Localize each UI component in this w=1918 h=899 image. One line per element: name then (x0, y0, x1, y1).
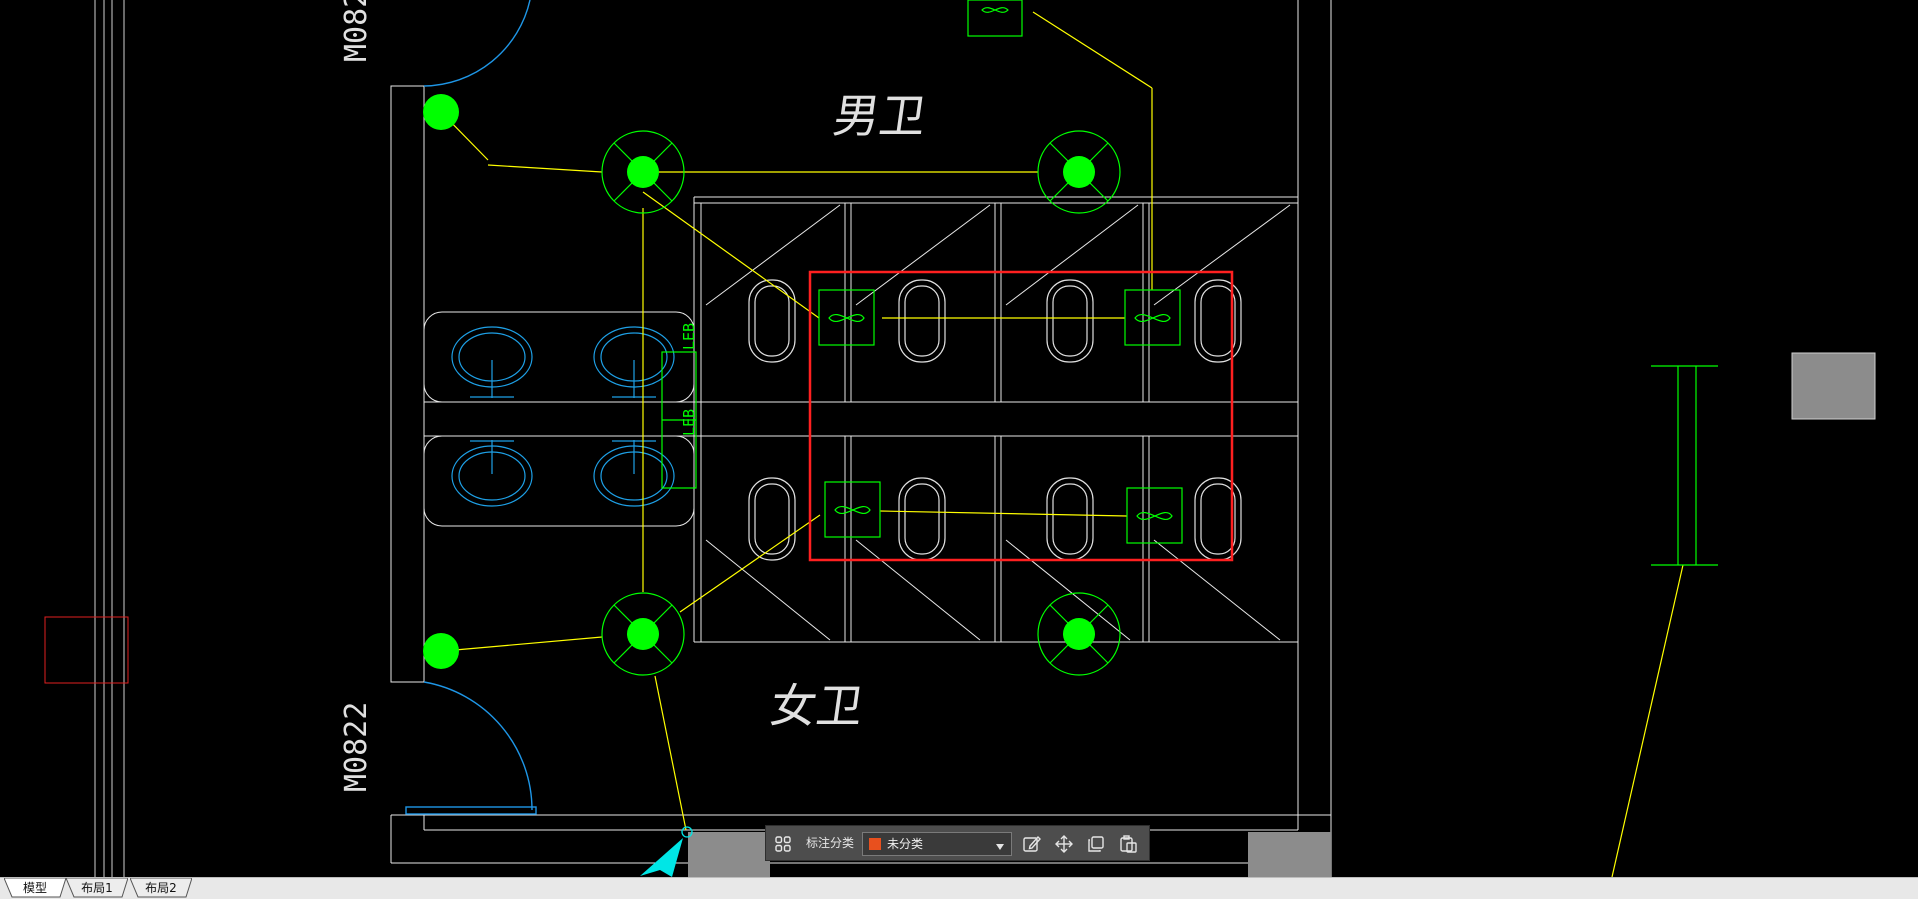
tab-layout-1-label: 布局1 (81, 881, 113, 895)
cad-drawing-canvas[interactable]: LEB LEB 男卫 女卫 M0822 M0822 (0, 0, 1918, 877)
copy-icon[interactable] (1086, 834, 1106, 854)
grey-block-bottom-right (1248, 832, 1331, 877)
layout-tab-bar: 模型 布局1 布局2 (0, 877, 1918, 899)
tab-layout-2-label: 布局2 (145, 881, 177, 895)
room-label-men: 男卫 (830, 89, 930, 143)
door-tag-top: M0822 (339, 0, 374, 62)
panel-tag-upper: LEB (680, 323, 698, 350)
category-color-swatch (869, 838, 881, 850)
tab-model[interactable]: 模型 (4, 878, 66, 898)
category-label: 标注分类 (806, 836, 855, 850)
grey-block-bottom-left (688, 832, 770, 877)
move-icon[interactable] (1054, 834, 1074, 854)
room-label-women: 女卫 (767, 679, 867, 733)
paste-icon[interactable] (1118, 834, 1138, 854)
tab-layout-1[interactable]: 布局1 (66, 878, 128, 898)
edit-icon[interactable] (1022, 834, 1042, 854)
category-select[interactable]: 未分类 (862, 832, 1012, 856)
tab-model-label: 模型 (22, 881, 47, 895)
grid-icon[interactable] (774, 835, 792, 857)
grey-block-right (1791, 352, 1876, 420)
annotation-toolbar: 标注分类 未分类 (765, 825, 1150, 861)
door-tag-bottom: M0822 (339, 702, 374, 792)
chevron-down-icon (995, 838, 1005, 857)
tab-layout-2[interactable]: 布局2 (130, 878, 192, 898)
category-value: 未分类 (887, 837, 924, 851)
panel-tag-lower: LEB (680, 409, 698, 436)
